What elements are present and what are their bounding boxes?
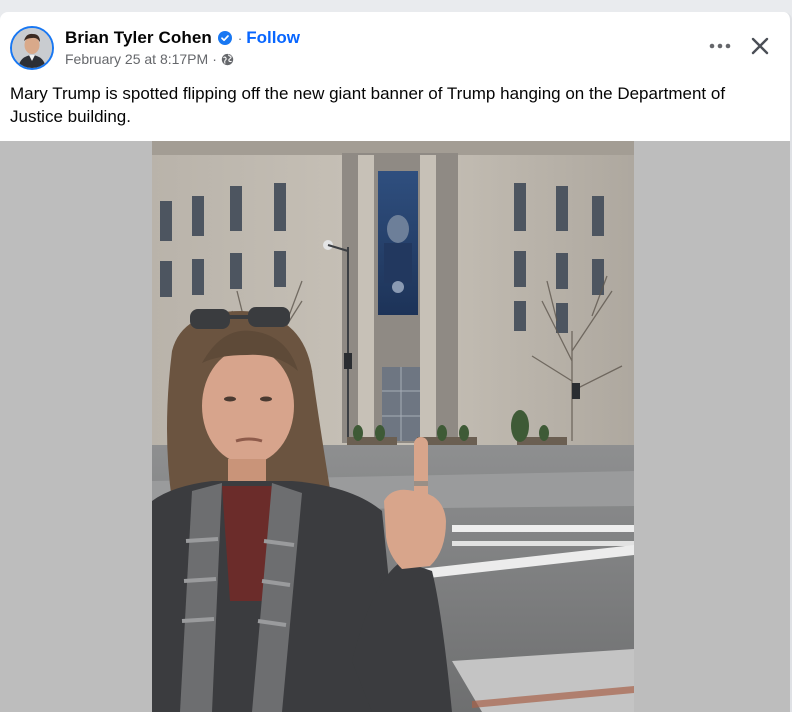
avatar-image	[12, 28, 52, 68]
post-photo[interactable]	[152, 141, 634, 712]
separator-dot: ·	[212, 51, 217, 67]
post-meta: Brian Tyler Cohen · Follow February 25 a…	[65, 27, 300, 69]
globe-icon[interactable]	[221, 53, 234, 66]
close-button[interactable]	[748, 34, 772, 58]
follow-button[interactable]: Follow	[246, 28, 300, 48]
post-timestamp[interactable]: February 25 at 8:17PM	[65, 51, 208, 67]
close-icon	[751, 37, 769, 55]
verified-badge-icon	[217, 31, 232, 45]
timestamp-row: February 25 at 8:17PM ·	[65, 49, 300, 69]
author-avatar[interactable]	[10, 26, 54, 70]
post-caption: Mary Trump is spotted flipping off the n…	[10, 84, 726, 126]
author-row: Brian Tyler Cohen · Follow	[65, 27, 300, 49]
separator-dot: ·	[237, 30, 243, 46]
screen: Brian Tyler Cohen · Follow February 25 a…	[0, 0, 792, 712]
post-media	[0, 141, 790, 712]
post-actions	[704, 34, 772, 58]
more-options-button[interactable]	[704, 34, 736, 58]
more-options-icon	[709, 43, 731, 49]
post-header: Brian Tyler Cohen · Follow February 25 a…	[10, 24, 300, 72]
post-card: Brian Tyler Cohen · Follow February 25 a…	[0, 12, 792, 712]
author-name[interactable]: Brian Tyler Cohen	[65, 28, 212, 48]
